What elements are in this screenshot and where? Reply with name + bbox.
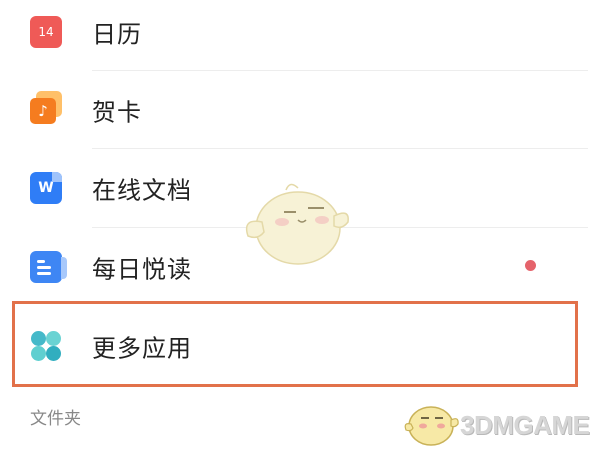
app-item-label: 每日悦读 [92,255,192,284]
watermark-text: 3DMGAME [460,410,590,440]
app-item-label: 在线文档 [92,176,192,205]
online-docs-icon: W [30,172,62,204]
section-header-folders: 文件夹 [30,409,81,429]
calendar-icon: 14 [30,16,62,48]
watermark-mascot-icon [404,406,459,446]
app-item-greeting-card[interactable]: ♪ 贺卡 [0,71,600,149]
daily-read-icon [30,251,67,283]
mascot-sticker-icon [245,183,349,265]
app-item-label: 日历 [92,20,142,49]
unread-dot [525,260,536,271]
highlight-box [12,301,578,387]
app-item-calendar[interactable]: 14 日历 [0,0,600,71]
greeting-card-icon: ♪ [30,91,62,126]
watermark: 3DMGAME [403,398,599,450]
app-item-label: 贺卡 [92,98,142,127]
